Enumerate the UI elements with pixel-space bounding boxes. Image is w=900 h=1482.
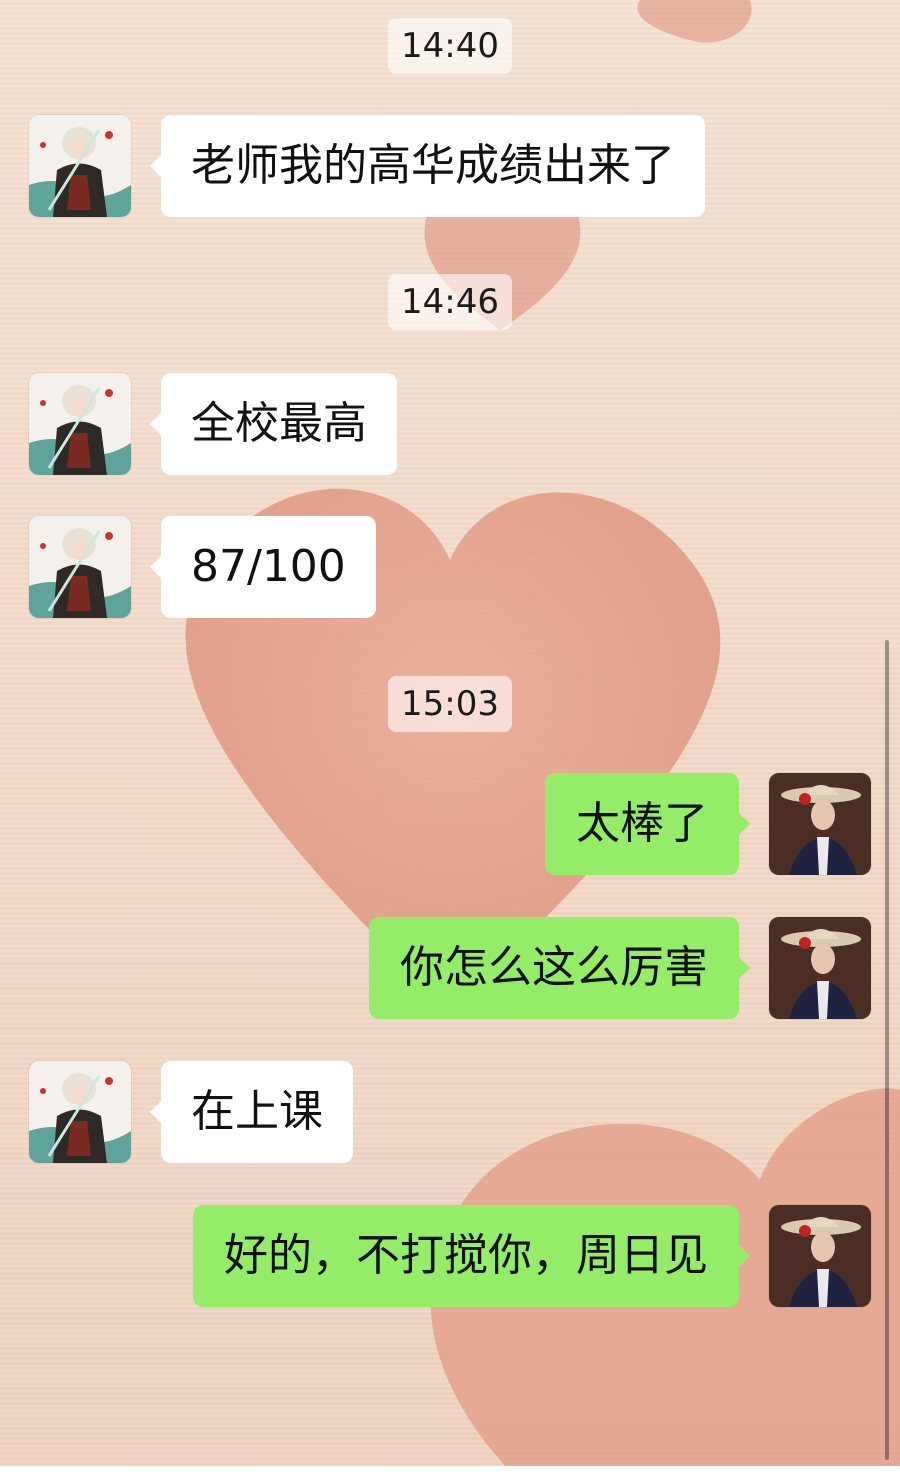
message-text: 87/100 <box>191 541 346 592</box>
woman-in-hat-icon <box>769 773 871 875</box>
woman-in-hat-icon <box>769 917 871 1019</box>
anime-swordsman-icon <box>29 373 131 475</box>
message-text: 好的，不打搅你，周日见 <box>224 1230 708 1281</box>
bottom-edge <box>0 1466 900 1482</box>
incoming-message-bubble[interactable]: 在上课 <box>150 1061 353 1163</box>
timestamp-1440: 14:40 <box>0 18 900 74</box>
contact-avatar[interactable] <box>29 516 131 618</box>
incoming-message-bubble[interactable]: 全校最高 <box>150 373 397 475</box>
self-avatar[interactable] <box>769 1205 871 1307</box>
timestamp-1503: 15:03 <box>0 676 900 732</box>
chat-area[interactable]: 14:40 14:46 15:03 老师我的高华成绩出来了 全校最高 87/10… <box>0 0 900 1482</box>
timestamp-1446: 14:46 <box>0 274 900 330</box>
anime-swordsman-icon <box>29 115 131 217</box>
message-text: 你怎么这么厉害 <box>400 942 708 993</box>
incoming-message-bubble[interactable]: 87/100 <box>150 516 376 618</box>
scrollbar[interactable] <box>885 640 889 1460</box>
contact-avatar[interactable] <box>29 373 131 475</box>
outgoing-message-bubble[interactable]: 你怎么这么厉害 <box>369 917 750 1019</box>
contact-avatar[interactable] <box>29 115 131 217</box>
incoming-message-bubble[interactable]: 老师我的高华成绩出来了 <box>150 115 705 217</box>
anime-swordsman-icon <box>29 516 131 618</box>
contact-avatar[interactable] <box>29 1061 131 1163</box>
outgoing-message-bubble[interactable]: 太棒了 <box>545 773 750 875</box>
message-text: 老师我的高华成绩出来了 <box>191 140 675 191</box>
outgoing-message-bubble[interactable]: 好的，不打搅你，周日见 <box>193 1205 750 1307</box>
woman-in-hat-icon <box>769 1205 871 1307</box>
anime-swordsman-icon <box>29 1061 131 1163</box>
message-text: 全校最高 <box>191 398 367 449</box>
self-avatar[interactable] <box>769 773 871 875</box>
message-text: 太棒了 <box>576 798 708 849</box>
self-avatar[interactable] <box>769 917 871 1019</box>
message-text: 在上课 <box>191 1086 323 1137</box>
